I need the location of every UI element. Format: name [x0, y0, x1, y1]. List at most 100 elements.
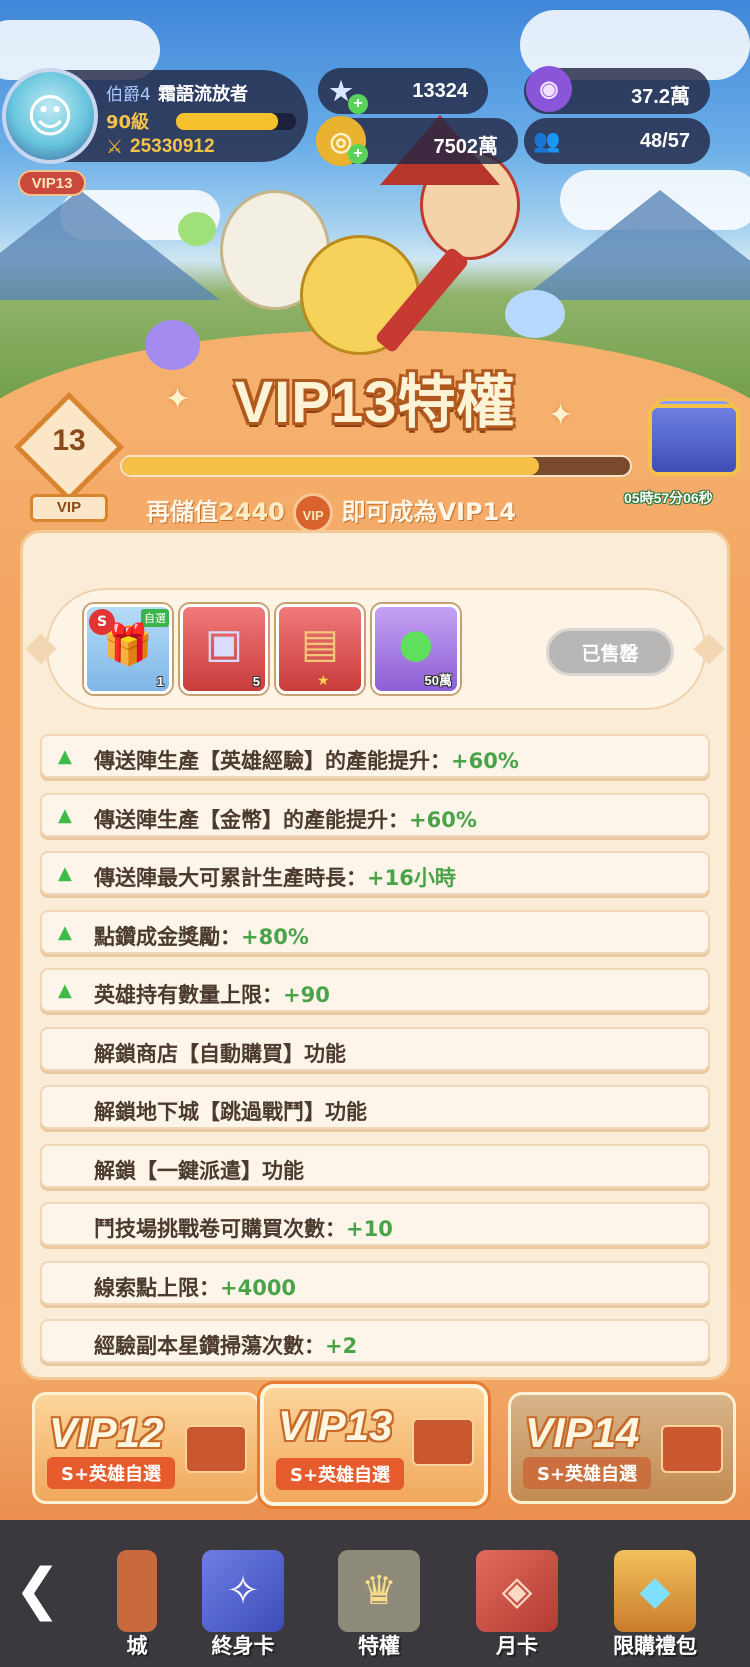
vip-badge: VIP13 [18, 170, 86, 196]
perk-text: 解鎖【一鍵派遣】功能 [94, 1155, 304, 1185]
green-slime [178, 212, 216, 246]
vip-tab-label: VIP14 [525, 1409, 640, 1456]
perk-row: ▲ 點鑽成金獎勵：+80% [40, 909, 710, 954]
reward-qty: 1 [156, 674, 164, 689]
crossed-swords-icon: ⚔ [106, 136, 124, 158]
nav-label: 月卡 [496, 1634, 538, 1658]
hero-box-icon [185, 1425, 247, 1473]
vip-tab-sub: S+英雄自選 [47, 1457, 176, 1489]
monthly-card-icon: ◈ [476, 1550, 558, 1632]
player-name: 霜語流放者 [158, 84, 248, 105]
back-arrow-icon[interactable]: ❮ [14, 1560, 78, 1624]
vip-tab-label: VIP12 [49, 1409, 164, 1456]
page-title: VIP13特權 [234, 370, 516, 435]
purple-currency-value: 37.2萬 [631, 86, 690, 108]
nav-limited-pack[interactable]: ◆ 限購禮包 [600, 1550, 710, 1662]
chest-timer: 05時57分06秒 [624, 490, 713, 506]
vip-level-label: VIP [30, 494, 108, 522]
potion-icon: ● [398, 621, 434, 667]
treasure-chest-icon: ◆ [614, 1550, 696, 1632]
reward-qty: 5 [252, 674, 260, 689]
level-bar-fill [176, 113, 278, 130]
gold-pill[interactable]: ◎ + 7502萬 [316, 116, 518, 166]
perk-row: 經驗副本星鑽掃蕩次數：+2 [40, 1319, 710, 1363]
recharge-hint: 再儲值2440 VIP 即可成為VIP14 [146, 492, 516, 533]
up-arrow-icon: ▲ [58, 746, 72, 767]
treasure-chest-icon[interactable] [648, 404, 740, 476]
power-value: 25330912 [130, 136, 215, 157]
perk-row: 線索點上限：+4000 [40, 1260, 710, 1305]
perk-label: 傳送陣最大可累計生產時長： [94, 866, 367, 890]
perk-value: +4000 [220, 1275, 297, 1300]
nav-lifetime-card[interactable]: ✧ 終身卡 [188, 1550, 298, 1662]
reward-item-ticket[interactable]: ▣ 5 [180, 604, 268, 694]
reward-qty: 50萬 [424, 673, 452, 688]
reward-item-hero-chest[interactable]: S 自選 🎁 1 [84, 604, 172, 694]
vip-tab-13[interactable]: VIP13 S+英雄自選 [260, 1384, 488, 1506]
perk-label: 解鎖商店【自動購買】功能 [94, 1041, 346, 1066]
vip-tab-14[interactable]: VIP14 S+英雄自選 [508, 1392, 736, 1504]
perk-text: 傳送陣生產【金幣】的產能提升：+60% [94, 804, 477, 834]
hero-count-pill[interactable]: 👥 48/57 [524, 118, 710, 164]
vip-tab-sub: S+英雄自選 [523, 1457, 652, 1489]
player-rank: 伯爵4 [106, 85, 151, 105]
reward-item-card[interactable]: ▤ ★ [276, 604, 364, 694]
vip-tab-label: VIP13 [278, 1402, 393, 1449]
perk-text: 經驗副本星鑽掃蕩次數：+2 [94, 1330, 357, 1360]
perk-value: +16小時 [367, 866, 456, 890]
perk-label: 解鎖地下城【跳過戰鬥】功能 [94, 1100, 367, 1124]
perk-label: 解鎖【一鍵派遣】功能 [94, 1158, 304, 1183]
up-arrow-icon: ▲ [58, 980, 72, 1001]
sparkle-icon: ✦ [165, 382, 191, 417]
lifetime-card-icon: ✧ [202, 1550, 284, 1632]
hero-box-icon [661, 1425, 723, 1473]
perk-label: 英雄持有數量上限： [94, 983, 283, 1007]
reward-item-potion[interactable]: ● 50萬 [372, 604, 460, 694]
nav-monthly-card[interactable]: ◈ 月卡 [462, 1550, 572, 1662]
player-level: 90級 [106, 112, 150, 133]
perk-value: +2 [325, 1334, 358, 1358]
mountain [0, 190, 220, 300]
nav-privilege[interactable]: ♛ 特權 [324, 1550, 434, 1662]
perk-label: 點鑽成金獎勵： [94, 924, 241, 949]
gold-value: 7502萬 [433, 136, 499, 158]
perk-value: +80% [241, 924, 309, 949]
nav-label: 城 [126, 1634, 148, 1658]
nav-shop[interactable]: 城 [92, 1550, 182, 1662]
perk-row: 解鎖地下城【跳過戰鬥】功能 [40, 1085, 710, 1129]
perk-text: 線索點上限：+4000 [94, 1272, 296, 1302]
people-icon: 👥 [533, 128, 561, 153]
perk-label: 線索點上限： [94, 1275, 220, 1300]
perk-value: +60% [409, 807, 477, 832]
purple-currency-pill[interactable]: ◉ 37.2萬 [524, 66, 710, 114]
perk-row: ▲ 英雄持有數量上限：+90 [40, 968, 710, 1012]
hero-box-icon [412, 1418, 474, 1466]
perk-label: 傳送陣生產【金幣】的產能提升： [94, 807, 409, 832]
perk-row: 解鎖【一鍵派遣】功能 [40, 1143, 710, 1188]
sold-out-button[interactable]: 已售罄 [546, 628, 674, 676]
perk-text: 解鎖商店【自動購買】功能 [94, 1038, 346, 1068]
perk-row: 解鎖商店【自動購買】功能 [40, 1026, 710, 1071]
recharge-suffix: 即可成為VIP14 [341, 498, 517, 526]
add-gems-button[interactable]: + [348, 94, 368, 114]
nav-label: 限購禮包 [613, 1634, 697, 1658]
up-arrow-icon: ▲ [58, 863, 72, 884]
card-icon: ▤ [301, 621, 339, 667]
vip-tab-12[interactable]: VIP12 S+英雄自選 [32, 1392, 260, 1504]
perk-value: +10 [346, 1217, 393, 1241]
perk-text: 解鎖地下城【跳過戰鬥】功能 [94, 1096, 367, 1126]
up-arrow-icon: ▲ [58, 804, 72, 826]
perk-text: 英雄持有數量上限：+90 [94, 979, 330, 1009]
add-gold-button[interactable]: + [348, 144, 368, 164]
summon-ticket-icon: ▣ [205, 621, 243, 667]
perk-row: ▲ 傳送陣最大可累計生產時長：+16小時 [40, 851, 710, 895]
gems-pill[interactable]: ★ + 13324 [318, 68, 488, 114]
star-icon: ★ [317, 673, 330, 689]
vip-progress-fill [122, 457, 539, 475]
vip-tab-sub: S+英雄自選 [276, 1458, 405, 1490]
mountain [520, 190, 750, 300]
player-avatar[interactable]: ☺ [2, 68, 98, 164]
perk-row: ▲ 傳送陣生產【金幣】的產能提升：+60% [40, 792, 710, 837]
perk-label: 傳送陣生產【英雄經驗】的產能提升： [94, 749, 451, 773]
perk-row: ▲ 傳送陣生產【英雄經驗】的產能提升：+60% [40, 734, 710, 778]
